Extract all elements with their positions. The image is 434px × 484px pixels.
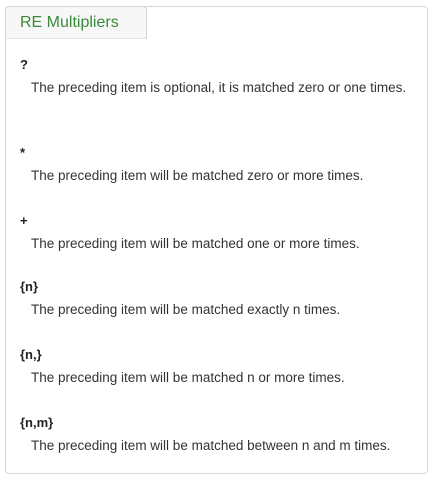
list-item-exactly-n: {n} The preceding item will be matched e…: [20, 279, 413, 320]
multiplier-description: The preceding item will be matched one o…: [31, 236, 360, 251]
tab-re-multipliers[interactable]: RE Multipliers: [5, 6, 147, 39]
list-item-zero-or-more: * The preceding item will be matched zer…: [20, 145, 413, 186]
multiplier-description: The preceding item will be matched zero …: [31, 168, 364, 183]
list-item-one-or-more: + The preceding item will be matched one…: [20, 213, 413, 254]
multiplier-symbol: {n,m}: [20, 415, 54, 430]
re-multipliers-panel: RE Multipliers ? The preceding item is o…: [5, 6, 428, 474]
multiplier-description: The preceding item will be matched exact…: [31, 302, 341, 317]
multiplier-symbol: {n,}: [20, 347, 42, 362]
multiplier-symbol: *: [20, 145, 26, 160]
multiplier-description: The preceding item is optional, it is ma…: [31, 80, 407, 95]
multiplier-symbol: ?: [20, 57, 28, 72]
list-item-n-or-more: {n,} The preceding item will be matched …: [20, 347, 413, 388]
list-item-optional: ? The preceding item is optional, it is …: [20, 57, 413, 98]
multiplier-symbol: {n}: [20, 279, 39, 294]
multiplier-description: The preceding item will be matched betwe…: [31, 438, 391, 453]
multiplier-description: The preceding item will be matched n or …: [31, 370, 345, 385]
list-item-between-n-and-m: {n,m} The preceding item will be matched…: [20, 415, 413, 456]
multiplier-symbol: +: [20, 213, 28, 228]
